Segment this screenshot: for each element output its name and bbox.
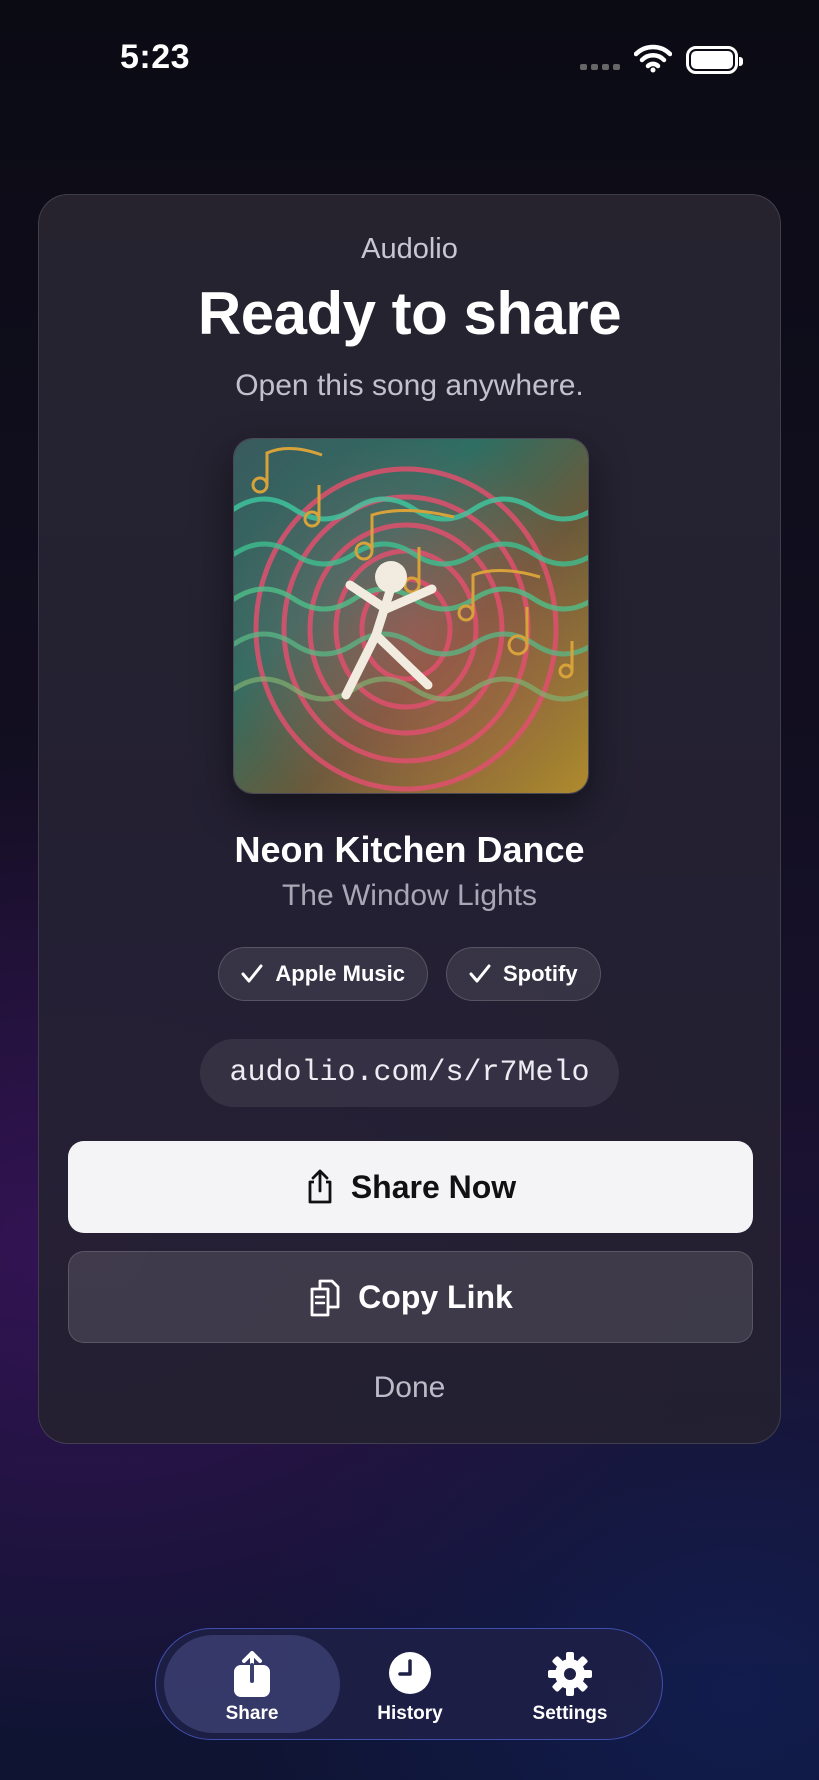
copy-link-button[interactable]: Copy Link [68,1251,753,1343]
status-bar: 5:23 [0,0,819,120]
tab-bar: Share History Settings [155,1628,663,1740]
tab-share[interactable]: Share [164,1635,340,1733]
app-name: Audolio [361,233,458,265]
page-subtitle: Open this song anywhere. [235,369,584,402]
share-card: Audolio Ready to share Open this song an… [38,194,781,1444]
tab-history[interactable]: History [322,1635,498,1733]
tab-label: History [377,1703,443,1724]
clock-icon [389,1652,431,1694]
checkmark-icon [241,964,263,983]
artist-name: The Window Lights [281,879,538,912]
share-now-button[interactable]: Share Now [68,1141,753,1233]
copy-link-label: Copy Link [358,1278,513,1315]
service-chip-apple-music: Apple Music [218,947,428,1001]
done-button[interactable]: Done [39,1371,780,1405]
share-now-label: Share Now [350,1168,517,1205]
service-chips: Apple Music Spotify [39,947,780,1001]
tab-label: Share [225,1703,279,1724]
service-label: Spotify [503,961,578,986]
share-icon [308,1169,332,1204]
wifi-icon [634,44,672,73]
album-artwork [233,438,589,794]
share-link[interactable]: audolio.com/s/r7Melo [200,1039,619,1107]
status-time: 5:23 [120,38,191,76]
cellular-signal-icon [580,64,620,70]
song-title: Neon Kitchen Dance [234,829,585,870]
share-icon [234,1651,270,1697]
tab-settings[interactable]: Settings [482,1635,658,1733]
tab-label: Settings [532,1703,608,1724]
checkmark-icon [469,964,491,983]
battery-icon [686,46,743,74]
page-title: Ready to share [197,280,622,347]
copy-icon [310,1279,340,1317]
service-label: Apple Music [275,961,405,986]
gear-icon [548,1652,592,1696]
service-chip-spotify: Spotify [446,947,601,1001]
